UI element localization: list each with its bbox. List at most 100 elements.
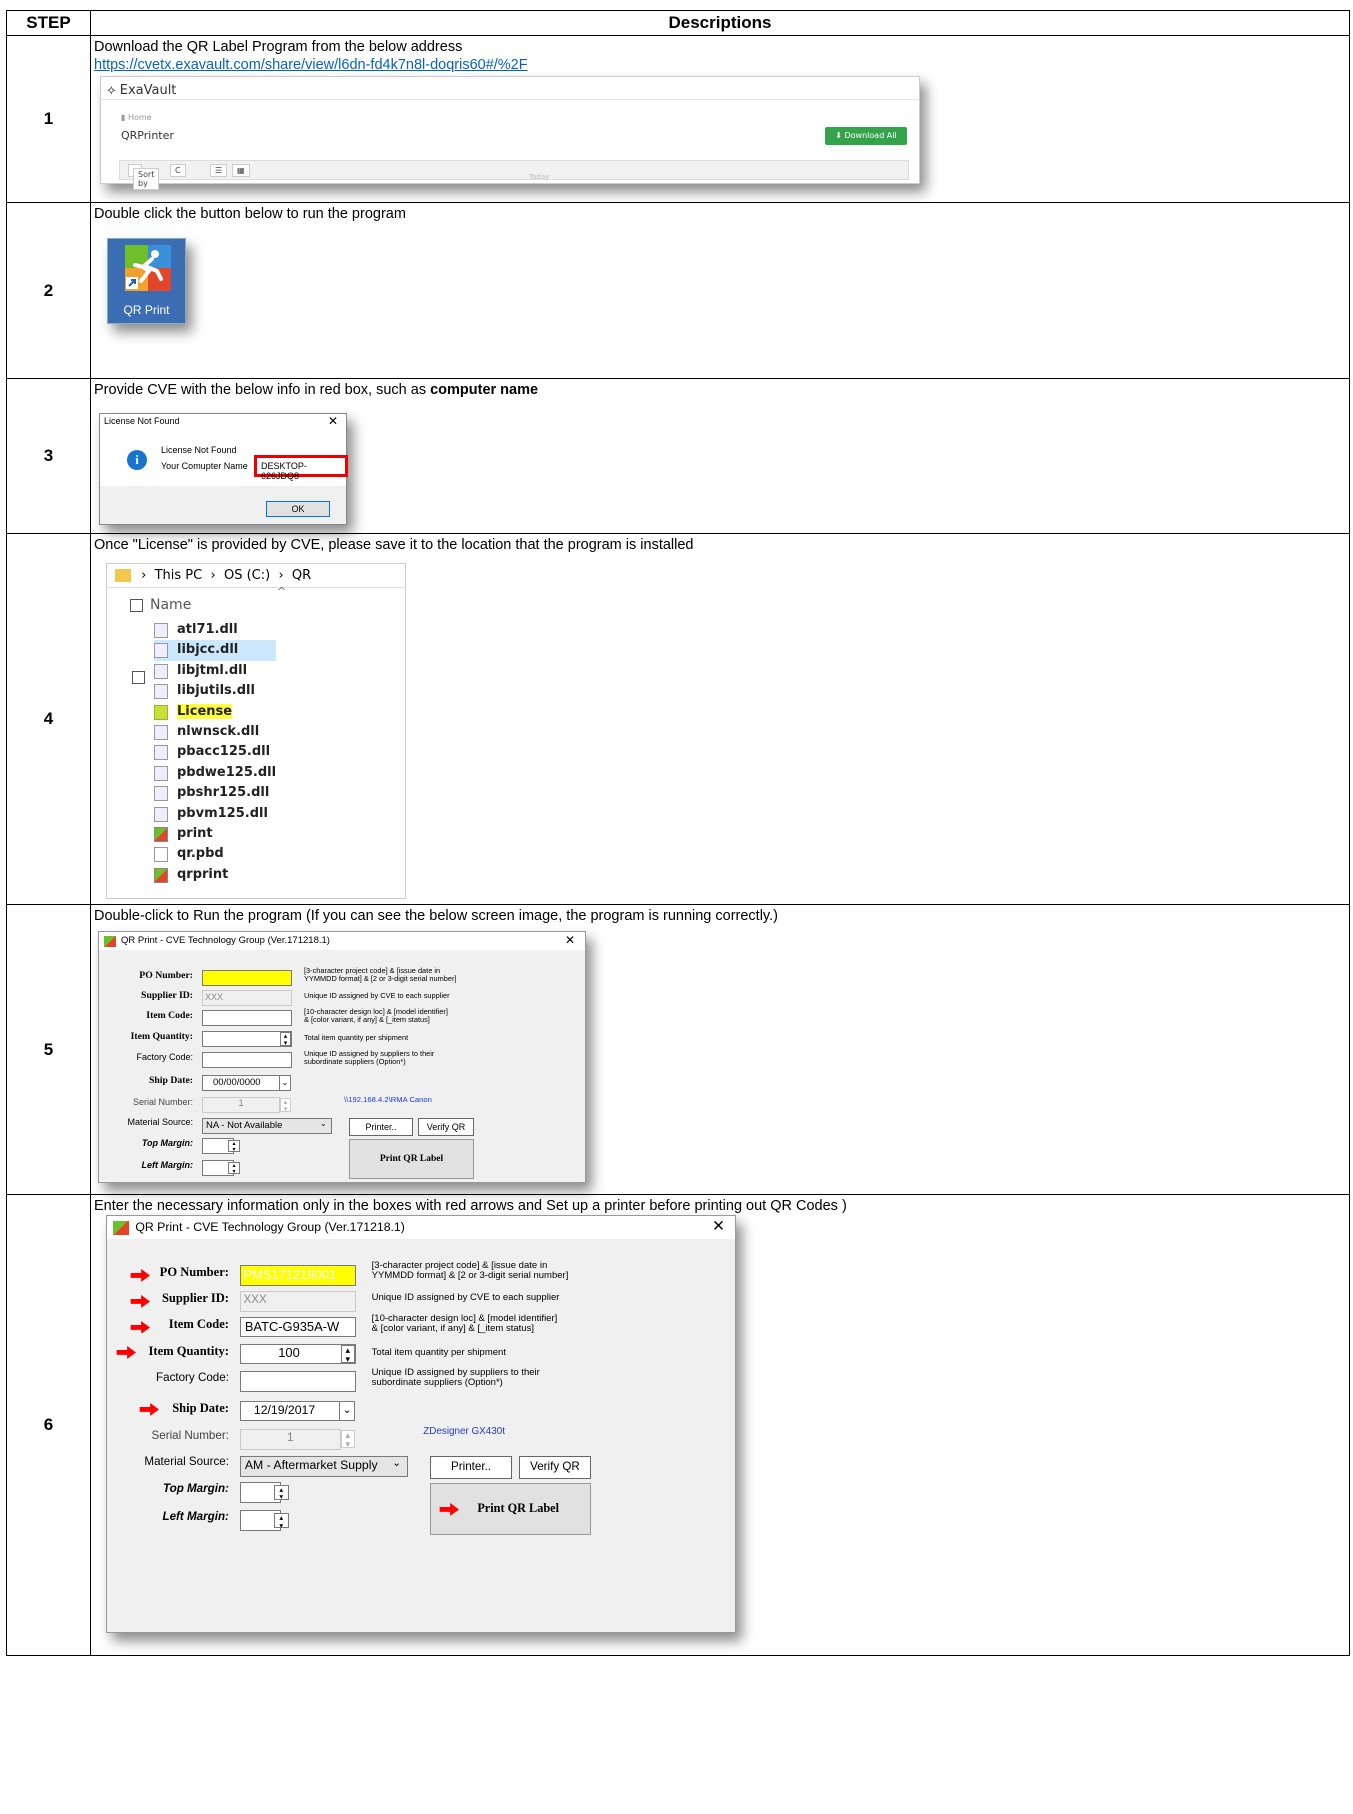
file-item[interactable]: License [154, 702, 276, 722]
po-number-input[interactable] [202, 970, 292, 986]
label-po: PO Number: [139, 970, 193, 981]
hint-item-code: [10-character design loc] & [model ident… [371, 1313, 558, 1335]
download-link[interactable]: https://cvetx.exavault.com/share/view/l6… [94, 57, 528, 73]
refresh-icon[interactable]: C [170, 164, 186, 177]
label-supplier: Supplier ID: [161, 1290, 229, 1305]
quantity-spinner[interactable]: ▴ ▾ [280, 1032, 291, 1047]
download-all-button[interactable]: ⬇ Download All [825, 127, 907, 145]
step-row-2: 2 Double click the button below to run t… [6, 202, 1350, 379]
label-material: Material Source: [144, 1454, 229, 1468]
file-item[interactable]: pbacc125.dll [154, 742, 276, 762]
step-text: Once "License" is provided by CVE, pleas… [94, 537, 694, 553]
arrow-ship-date-icon [139, 1403, 160, 1417]
printer-button[interactable]: Printer.. [349, 1118, 413, 1136]
supplier-id-input: XXX [239, 1290, 357, 1312]
left-margin-spinner[interactable]: ▴ ▾ [273, 1512, 290, 1529]
exavault-screenshot: ⟡ ExaVault ▮ Home QRPrinter ⬇ Download A… [100, 76, 920, 190]
window-title: QR Print - CVE Technology Group (Ver.171… [121, 935, 330, 946]
arrow-print-icon [439, 1502, 459, 1516]
file-name: atl71.dll [177, 622, 238, 637]
serial-number-input: 1 [239, 1429, 341, 1450]
close-icon[interactable]: ✕ [328, 414, 338, 428]
address-bar[interactable]: › This PC › OS (C:) › QR [107, 564, 405, 588]
grid-view-icon[interactable]: ▦ [232, 164, 250, 177]
material-source-select[interactable]: NA - Not Available [202, 1118, 332, 1134]
printer-name: \\192.168.4.2\RMA Canon [344, 1095, 432, 1104]
file-item[interactable]: pbshr125.dll [154, 783, 276, 803]
name-column-header[interactable]: Name [150, 597, 191, 613]
ship-date-input[interactable]: 12/19/2017 [239, 1400, 341, 1422]
date-picker-chevron-icon[interactable]: ⌄ [279, 1075, 291, 1091]
sort-button[interactable]: Sort by ▾ [128, 164, 160, 190]
quantity-spinner[interactable]: ▴ ▾ [340, 1345, 355, 1364]
file-item[interactable]: libjtml.dll [154, 661, 276, 681]
ok-button[interactable]: OK [266, 501, 330, 517]
file-name: pbshr125.dll [177, 785, 270, 801]
file-explorer: › This PC › OS (C:) › QR ^ Name atl71.dl… [106, 563, 406, 899]
qr-print-app-icon [125, 245, 171, 291]
print-qr-label-button[interactable]: Print QR Label [349, 1139, 474, 1179]
list-view-icon[interactable]: ☰ [210, 164, 228, 177]
step-description: Enter the necessary information only in … [90, 1194, 1350, 1656]
po-number-input[interactable]: PMS171219001 [239, 1265, 357, 1286]
file-item[interactable]: qrprint [154, 865, 276, 885]
file-item[interactable]: libjcc.dll [154, 640, 277, 661]
hint-po: [3-character project code] & [issue date… [304, 966, 457, 983]
item-code-input[interactable]: BATC-G935A-W [239, 1316, 357, 1338]
file-item[interactable]: atl71.dll [154, 620, 276, 640]
dll-file-icon [154, 745, 168, 761]
step-number: 3 [6, 378, 91, 534]
file-item[interactable]: libjutils.dll [154, 681, 276, 701]
top-margin-spinner[interactable]: ▴ ▾ [273, 1484, 290, 1501]
printer-button[interactable]: Printer.. [429, 1456, 513, 1480]
file-item[interactable]: pbdwe125.dll [154, 763, 276, 783]
row-checkbox[interactable] [132, 671, 145, 684]
step-description: Provide CVE with the below info in red b… [90, 378, 1350, 534]
verify-qr-button[interactable]: Verify QR [518, 1456, 592, 1480]
step-description: Double click the button below to run the… [90, 202, 1350, 379]
label-top: Top Margin: [141, 1138, 193, 1148]
item-code-input[interactable] [202, 1010, 292, 1026]
file-icon [154, 847, 168, 863]
dll-file-icon [154, 684, 168, 700]
qr-print-window-step5: QR Print - CVE Technology Group (Ver.171… [98, 931, 586, 1183]
step-row-6: 6 Enter the necessary information only i… [6, 1194, 1350, 1656]
file-item[interactable]: pbvm125.dll [154, 804, 276, 824]
ship-date-input[interactable]: 00/00/0000 [202, 1075, 280, 1091]
factory-code-input[interactable] [202, 1052, 292, 1068]
file-name: libjtml.dll [177, 662, 248, 678]
hint-supplier: Unique ID assigned by CVE to each suppli… [304, 991, 450, 1000]
factory-code-input[interactable] [239, 1370, 357, 1392]
folder-icon [115, 569, 131, 582]
file-item[interactable]: nlwnsck.dll [154, 722, 276, 742]
left-margin-spinner[interactable]: ▴ ▾ [228, 1162, 240, 1175]
verify-qr-button[interactable]: Verify QR [418, 1118, 474, 1136]
item-quantity-input[interactable] [202, 1031, 292, 1047]
select-all-checkbox[interactable] [130, 599, 143, 612]
supplier-id-input: XXX [202, 990, 292, 1006]
label-item-qty: Item Quantity: [148, 1343, 229, 1358]
top-margin-spinner[interactable]: ▴ ▾ [228, 1140, 240, 1153]
info-icon: i [127, 450, 147, 470]
close-icon[interactable]: ✕ [565, 933, 575, 947]
arrow-item-code-icon [130, 1320, 151, 1334]
item-quantity-input[interactable]: 100 [239, 1343, 357, 1365]
file-item[interactable]: qr.pbd [154, 844, 276, 864]
file-name: pbacc125.dll [177, 744, 271, 760]
file-name: print [177, 825, 213, 841]
breadcrumb: ▮ Home [121, 113, 152, 122]
label-material: Material Source: [127, 1117, 193, 1127]
print-button-label: Print QR Label [379, 1154, 444, 1164]
hint-item-qty: Total item quantity per shipment [304, 1033, 409, 1042]
qr-print-shortcut[interactable]: QR Print [107, 238, 186, 324]
material-source-select[interactable]: AM - Aftermarket Supply [239, 1456, 408, 1477]
label-left: Left Margin: [141, 1160, 194, 1170]
file-item[interactable]: print [154, 824, 276, 844]
printer-name: ZDesigner GX430t [423, 1426, 505, 1438]
title-bar: QR Print - CVE Technology Group (Ver.171… [107, 1216, 735, 1240]
close-icon[interactable]: ✕ [712, 1217, 725, 1236]
date-picker-chevron-icon[interactable]: ⌄ [339, 1400, 355, 1422]
arrow-item-quantity-icon [116, 1346, 137, 1360]
arrow-supplier-icon [130, 1294, 151, 1308]
step-description: Double-click to Run the program (If you … [90, 904, 1350, 1195]
